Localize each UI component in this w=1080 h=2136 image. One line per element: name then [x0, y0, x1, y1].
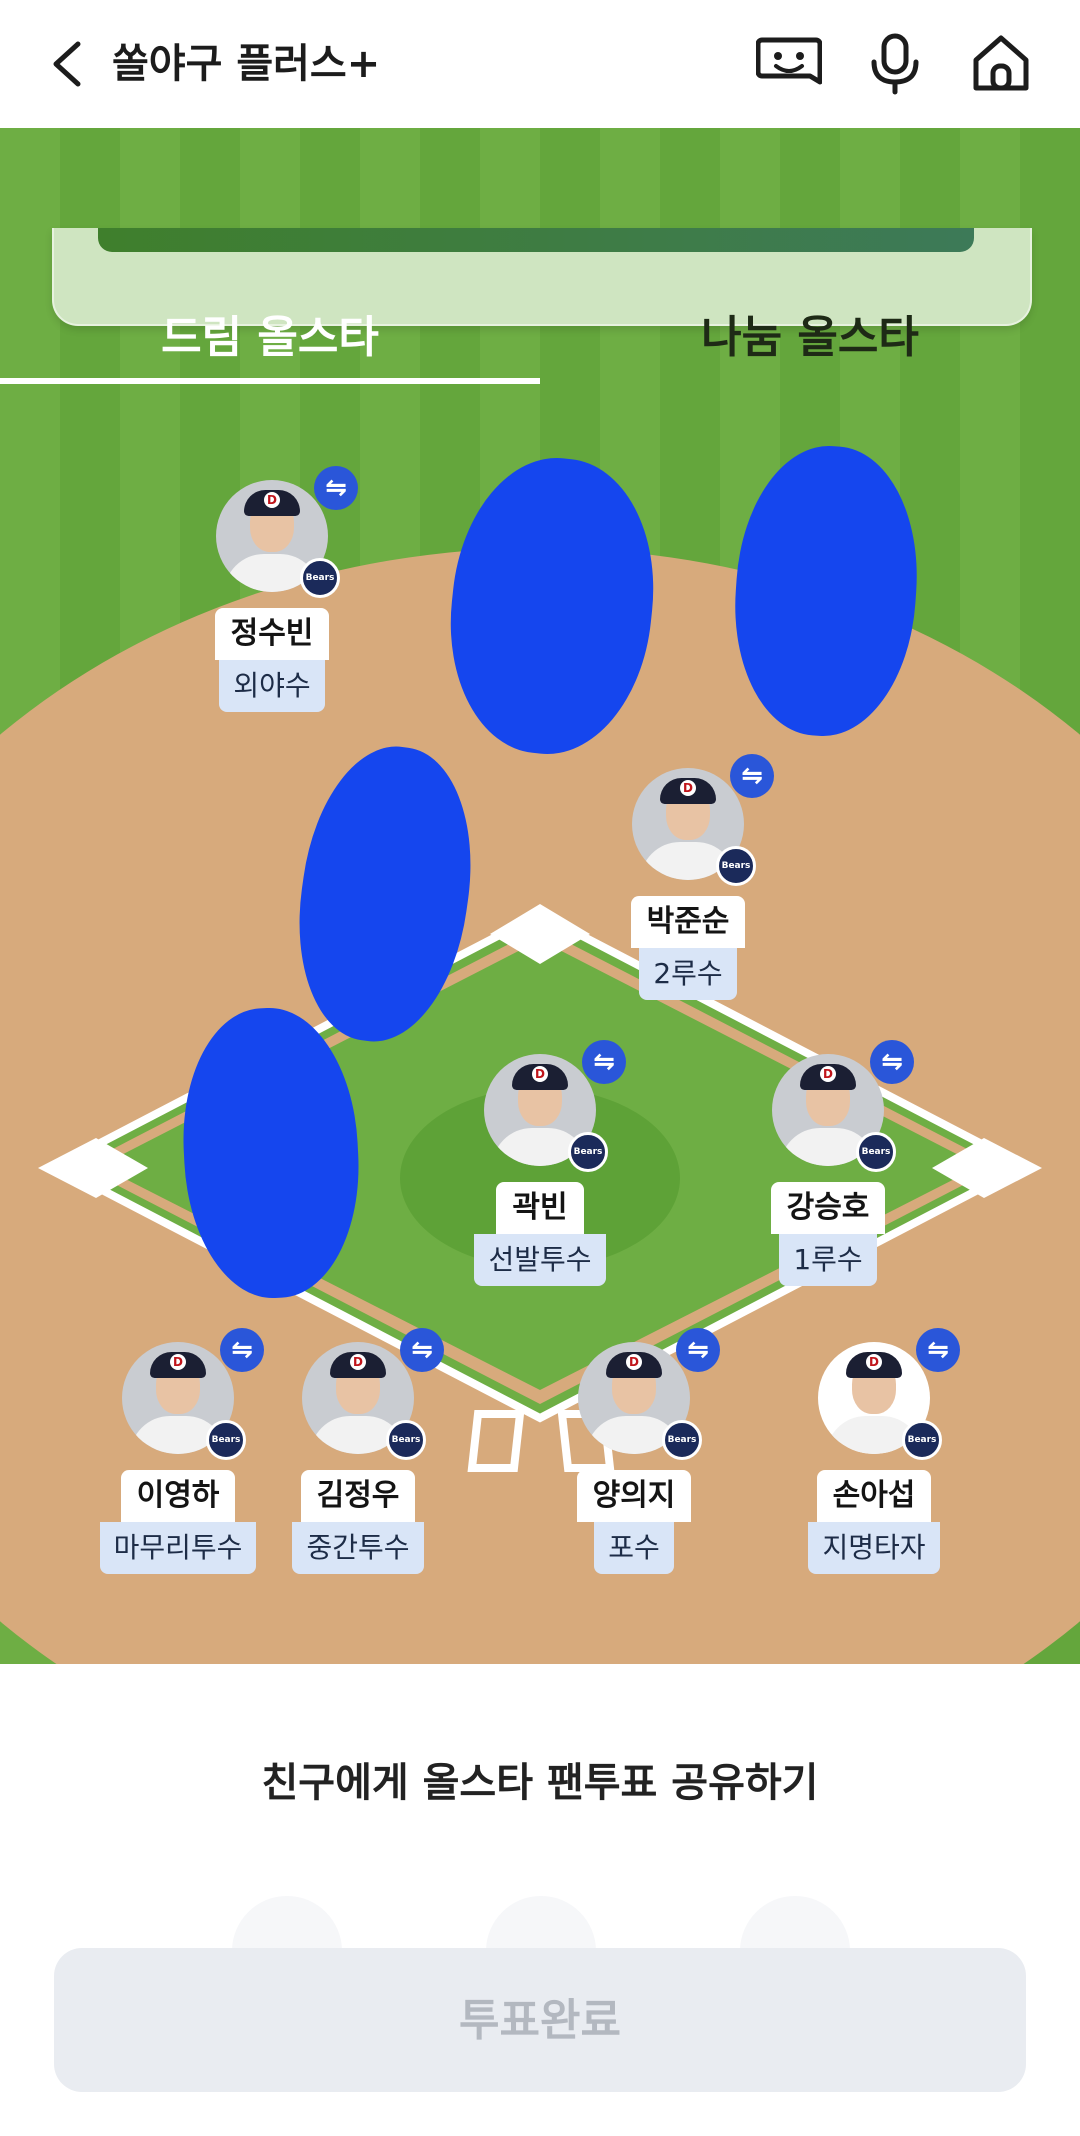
player-position: 포수 [594, 1522, 674, 1574]
page-title: 쏠야구 플러스+ [112, 41, 381, 87]
baseball-field: 드림 올스타 나눔 올스타 D Bears ⇋ 정수빈 외야수 D Bears … [0, 128, 1080, 1664]
player-card[interactable]: D Bears ⇋ 곽빈 선발투수 [440, 1040, 640, 1294]
player-name: 강승호 [770, 1182, 886, 1234]
player-card[interactable]: D Bears ⇋ 이영하 마무리투수 [78, 1328, 278, 1582]
player-position: 마무리투수 [99, 1522, 257, 1574]
player-name: 양의지 [576, 1470, 692, 1522]
home-icon[interactable] [968, 30, 1034, 96]
player-position: 2루수 [639, 948, 737, 1000]
player-name: 손아섭 [816, 1470, 932, 1522]
player-position: 외야수 [219, 660, 325, 712]
swap-icon[interactable]: ⇋ [676, 1328, 720, 1372]
tab-dream-allstar[interactable]: 드림 올스타 [0, 288, 540, 388]
swap-icon[interactable]: ⇋ [730, 754, 774, 798]
team-logo-icon: Bears [716, 846, 756, 886]
player-name: 이영하 [120, 1470, 236, 1522]
active-tab-indicator [0, 378, 540, 384]
player-card[interactable]: D Bears ⇋ 강승호 1루수 [728, 1040, 928, 1294]
team-logo-icon: Bears [206, 1420, 246, 1460]
player-name: 정수빈 [214, 608, 330, 660]
player-position: 중간투수 [292, 1522, 424, 1574]
swap-icon[interactable]: ⇋ [870, 1040, 914, 1084]
player-card[interactable]: D Bears ⇋ 박준순 2루수 [588, 754, 788, 1008]
team-logo-icon: Bears [902, 1420, 942, 1460]
team-logo-icon: Bears [300, 558, 340, 598]
player-card[interactable]: D Bears ⇋ 양의지 포수 [534, 1328, 734, 1582]
team-logo-icon: Bears [386, 1420, 426, 1460]
player-position: 지명타자 [808, 1522, 940, 1574]
swap-icon[interactable]: ⇋ [916, 1328, 960, 1372]
player-card[interactable]: D Bears ⇋ 손아섭 지명타자 [774, 1328, 974, 1582]
player-position: 1루수 [779, 1234, 877, 1286]
chat-bot-icon[interactable] [756, 30, 822, 96]
team-logo-icon: Bears [568, 1132, 608, 1172]
swap-icon[interactable]: ⇋ [582, 1040, 626, 1084]
swap-icon[interactable]: ⇋ [314, 466, 358, 510]
team-logo-icon: Bears [662, 1420, 702, 1460]
swap-icon[interactable]: ⇋ [400, 1328, 444, 1372]
share-title: 친구에게 올스타 팬투표 공유하기 [261, 1760, 819, 1806]
microphone-icon[interactable] [862, 30, 928, 96]
player-name: 곽빈 [496, 1182, 584, 1234]
player-name: 김정우 [300, 1470, 416, 1522]
player-card[interactable]: D Bears ⇋ 정수빈 외야수 [172, 466, 372, 720]
tab-share-allstar[interactable]: 나눔 올스타 [540, 288, 1080, 388]
back-icon[interactable] [44, 36, 92, 92]
vote-complete-button[interactable]: 투표완료 [54, 1948, 1026, 2092]
player-card[interactable]: D Bears ⇋ 김정우 중간투수 [258, 1328, 458, 1582]
player-position: 선발투수 [474, 1234, 606, 1286]
player-name: 박준순 [630, 896, 746, 948]
team-logo-icon: Bears [856, 1132, 896, 1172]
top-bar: 쏠야구 플러스+ [0, 0, 1080, 128]
